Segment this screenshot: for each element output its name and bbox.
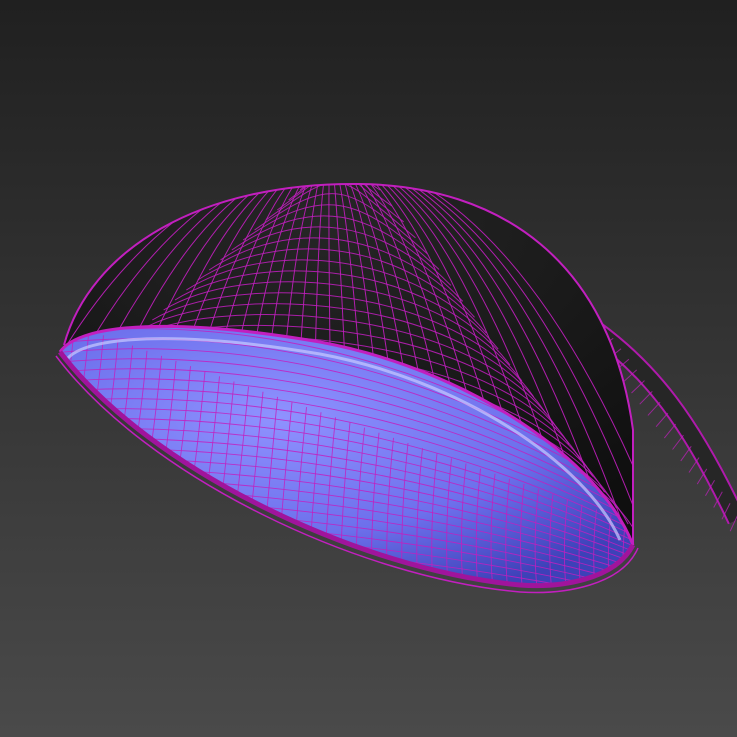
3d-viewport[interactable]	[0, 0, 737, 737]
lamp-shade-render	[0, 0, 737, 737]
